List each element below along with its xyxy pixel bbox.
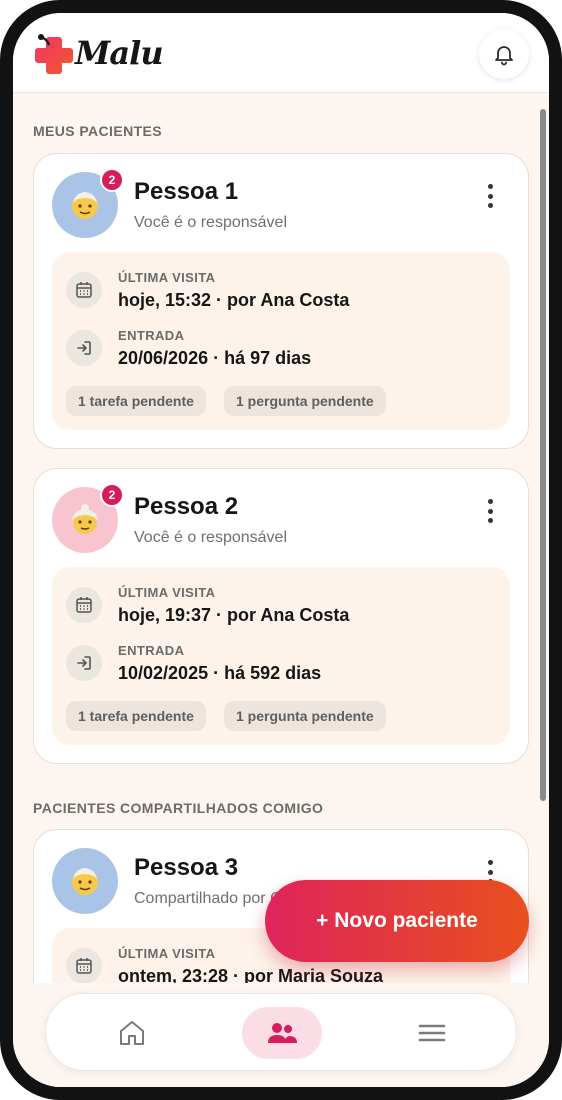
patient-details: ÚLTIMA VISITA hoje, 15:32 · por Ana Cost… — [52, 252, 510, 430]
elderly-man-icon — [72, 868, 98, 895]
entry-value: 20/06/2026 · há 97 dias — [118, 348, 312, 368]
bell-icon — [495, 46, 513, 66]
last-visit-value: ontem, 23:28 · por Maria Souza — [118, 966, 384, 983]
calendar-icon — [66, 272, 102, 308]
app-name: Malu — [75, 34, 164, 72]
app-logo[interactable]: Malu — [33, 31, 164, 75]
last-visit-label: ÚLTIMA VISITA — [118, 270, 216, 285]
nav-menu[interactable] — [392, 1007, 472, 1059]
patient-card[interactable]: 2 Pessoa 2 Você é o responsável ÚLTIMA V… — [33, 468, 529, 764]
section-title-mine: MEUS PACIENTES — [33, 123, 163, 139]
home-icon — [120, 1021, 144, 1045]
patient-name: Pessoa 1 — [134, 178, 239, 205]
section-title-shared: PACIENTES COMPARTILHADOS COMIGO — [33, 800, 324, 816]
entry-label: ENTRADA — [118, 643, 185, 658]
patient-details: ÚLTIMA VISITA hoje, 19:37 · por Ana Cost… — [52, 567, 510, 745]
notification-badge: 2 — [100, 483, 124, 507]
last-visit-value: hoje, 19:37 · por Ana Costa — [118, 605, 350, 625]
menu-icon — [418, 1024, 446, 1042]
logo-cross-icon — [35, 34, 73, 74]
entry-label: ENTRADA — [118, 328, 185, 343]
pending-questions-chip[interactable]: 1 pergunta pendente — [224, 386, 386, 416]
entry-value: 10/02/2025 · há 592 dias — [118, 663, 322, 683]
patient-role: Você é o responsável — [134, 214, 287, 231]
last-visit-label: ÚLTIMA VISITA — [118, 946, 216, 961]
more-options-button[interactable] — [486, 499, 494, 523]
patient-name: Pessoa 3 — [134, 854, 239, 881]
notification-badge: 2 — [100, 168, 124, 192]
avatar — [52, 848, 118, 914]
pending-questions-chip[interactable]: 1 pergunta pendente — [224, 701, 386, 731]
elderly-woman-icon — [72, 504, 98, 534]
users-icon — [268, 1023, 297, 1043]
device-frame: Malu MEUS PACIENTES 2 Pessoa 1 Você é o … — [0, 0, 562, 1100]
app-screen: Malu MEUS PACIENTES 2 Pessoa 1 Você é o … — [13, 13, 549, 1087]
patient-role: Você é o responsável — [134, 529, 287, 546]
nav-home[interactable] — [92, 1007, 172, 1059]
calendar-icon — [66, 948, 102, 983]
last-visit-label: ÚLTIMA VISITA — [118, 585, 216, 600]
patient-card[interactable]: 2 Pessoa 1 Você é o responsável ÚLTIMA V… — [33, 153, 529, 449]
last-visit-value: hoje, 15:32 · por Ana Costa — [118, 290, 350, 310]
patient-list[interactable]: MEUS PACIENTES 2 Pessoa 1 Você é o respo… — [13, 93, 549, 983]
scrollbar[interactable] — [540, 109, 546, 801]
top-bar: Malu — [13, 13, 549, 93]
login-icon — [66, 330, 102, 366]
nav-patients[interactable] — [242, 1007, 322, 1059]
pending-tasks-chip[interactable]: 1 tarefa pendente — [66, 701, 206, 731]
bottom-navigation — [45, 993, 517, 1071]
calendar-icon — [66, 587, 102, 623]
pending-tasks-chip[interactable]: 1 tarefa pendente — [66, 386, 206, 416]
new-patient-button[interactable]: + Novo paciente — [265, 880, 529, 962]
login-icon — [66, 645, 102, 681]
more-options-button[interactable] — [486, 184, 494, 208]
elderly-man-icon — [72, 192, 98, 219]
patient-name: Pessoa 2 — [134, 493, 239, 520]
notifications-button[interactable] — [479, 29, 529, 79]
